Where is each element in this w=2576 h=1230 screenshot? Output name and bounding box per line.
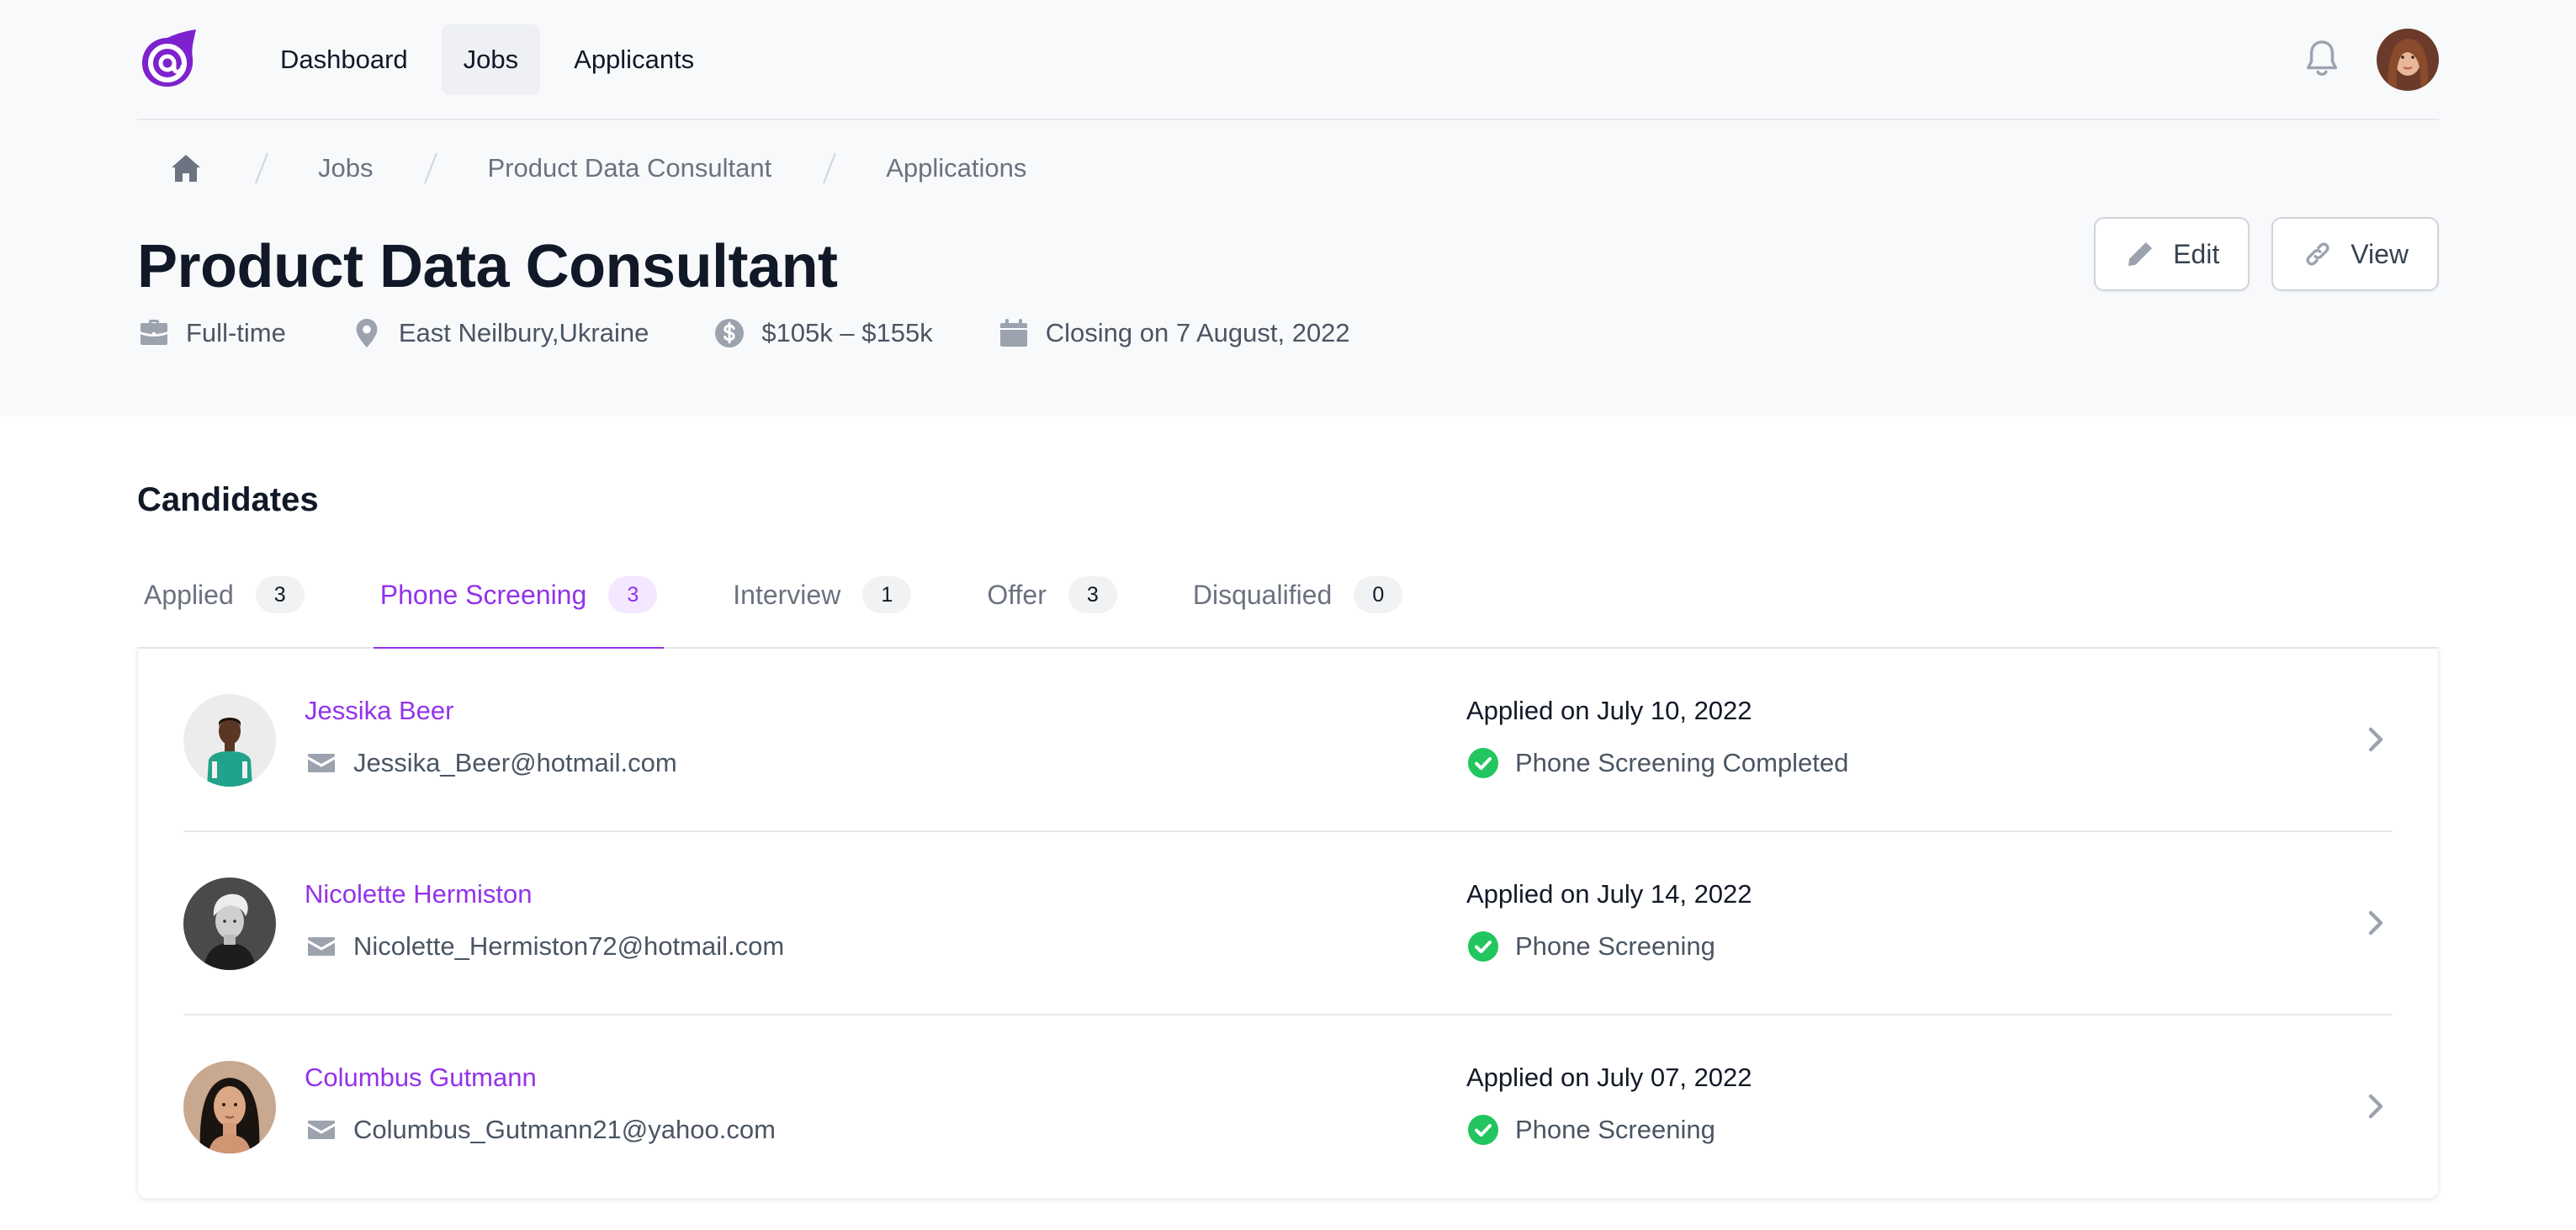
tab-offer[interactable]: Offer 3 [980,559,1124,649]
nav-links: Dashboard Jobs Applicants [258,24,716,95]
job-type-text: Full-time [186,318,286,347]
location-pin-icon [356,319,378,347]
candidate-name[interactable]: Columbus Gutmann [305,1063,537,1093]
envelope-icon [308,1121,335,1139]
job-type: Full-time [137,316,286,350]
check-circle-icon [1468,931,1498,962]
candidate-status-text: Phone Screening [1515,931,1715,961]
candidate-email-text: Jessika_Beer@hotmail.com [353,748,677,777]
chevron-right-icon[interactable] [2359,1088,2393,1125]
page-title: Product Data Consultant [137,233,838,300]
job-meta: Full-time East Neilbury,Ukraine $105k – … [137,316,1414,350]
pencil-icon [2128,241,2153,267]
home-icon[interactable] [168,151,204,185]
view-button-label: View [2351,238,2409,269]
candidate-list: Jessika Beer Jessika_Beer@hotmail.com Ap… [137,649,2439,1199]
job-salary: $105k – $155k [713,316,933,350]
tab-phone-screening[interactable]: Phone Screening 3 [373,559,665,650]
tab-count-badge: 3 [255,576,305,613]
breadcrumb-separator [252,150,271,187]
check-circle-icon [1468,1115,1498,1145]
tab-label: Offer [987,580,1047,610]
chevron-right-icon[interactable] [2359,721,2393,758]
candidate-email: Nicolette_Hermiston72@hotmail.com [305,930,784,963]
tab-label: Phone Screening [379,580,587,610]
candidate-email-text: Columbus_Gutmann21@yahoo.com [353,1115,776,1144]
chevron-right-icon[interactable] [2359,904,2393,941]
link-icon [2306,242,2330,266]
bell-icon[interactable] [2303,39,2341,81]
candidate-email: Columbus_Gutmann21@yahoo.com [305,1113,776,1147]
nav-right [2303,28,2439,91]
candidate-status-text: Phone Screening [1515,1115,1715,1144]
candidate-status: Phone Screening [1466,930,1715,963]
applied-date: Applied on July 10, 2022 [1466,696,1752,725]
envelope-icon [308,754,335,772]
job-actions: Edit View [2094,217,2439,291]
tab-label: Applied [144,580,234,610]
candidate-status: Phone Screening Completed [1466,746,1848,780]
candidate-row[interactable]: Jessika Beer Jessika_Beer@hotmail.com Ap… [183,649,2393,832]
candidate-avatar [183,1061,276,1153]
candidate-row[interactable]: Columbus Gutmann Columbus_Gutmann21@yaho… [183,1015,2393,1199]
candidate-status-text: Phone Screening Completed [1515,748,1849,777]
candidate-email-text: Nicolette_Hermiston72@hotmail.com [353,931,785,961]
check-circle-icon [1468,748,1498,778]
calendar-icon [999,319,1027,347]
job-closing: Closing on 7 August, 2022 [997,316,1350,350]
top-navigation: Dashboard Jobs Applicants [137,0,2439,120]
briefcase-icon [140,320,167,345]
tab-count-badge: 0 [1354,576,1403,613]
breadcrumb: Jobs Product Data Consultant Application… [168,150,1026,187]
candidate-status: Phone Screening [1466,1113,1715,1147]
breadcrumb-separator [421,150,440,187]
breadcrumb-jobs[interactable]: Jobs [318,153,373,183]
user-avatar[interactable] [2377,28,2439,91]
tab-applied[interactable]: Applied 3 [137,559,311,649]
breadcrumb-job[interactable]: Product Data Consultant [487,153,771,183]
nav-applicants[interactable]: Applicants [552,24,716,95]
candidate-email: Jessika_Beer@hotmail.com [305,746,677,780]
candidate-avatar [183,877,276,970]
page-header-section: Dashboard Jobs Applicants Jobs Product D… [0,0,2576,416]
tab-count-badge: 3 [1068,576,1117,613]
tab-count-badge: 1 [862,576,912,613]
tab-label: Disqualified [1192,580,1333,610]
job-location: East Neilbury,Ukraine [350,316,649,350]
applied-date: Applied on July 14, 2022 [1466,879,1752,909]
candidate-name[interactable]: Nicolette Hermiston [305,879,532,909]
job-closing-text: Closing on 7 August, 2022 [1045,318,1350,347]
candidate-avatar [183,694,276,787]
breadcrumb-separator [820,150,839,187]
view-button[interactable]: View [2271,217,2439,291]
candidate-name[interactable]: Jessika Beer [305,696,453,726]
candidate-tabs: Applied 3 Phone Screening 3 Interview 1 … [137,559,2439,650]
tab-count-badge: 3 [608,576,658,613]
edit-button[interactable]: Edit [2094,217,2250,291]
tab-disqualified[interactable]: Disqualified 0 [1186,559,1409,649]
envelope-icon [308,937,335,956]
tab-interview[interactable]: Interview 1 [726,559,918,649]
app-logo[interactable] [137,28,199,90]
nav-jobs[interactable]: Jobs [441,24,541,95]
edit-button-label: Edit [2173,238,2220,269]
nav-dashboard[interactable]: Dashboard [258,24,430,95]
candidate-row[interactable]: Nicolette Hermiston Nicolette_Hermiston7… [183,832,2393,1015]
job-location-text: East Neilbury,Ukraine [398,318,649,347]
applied-date: Applied on July 07, 2022 [1466,1063,1752,1092]
currency-dollar-icon [715,319,745,347]
tab-label: Interview [733,580,841,610]
candidates-heading: Candidates [137,481,319,518]
breadcrumb-applications[interactable]: Applications [886,153,1026,183]
job-salary-text: $105k – $155k [761,318,933,347]
